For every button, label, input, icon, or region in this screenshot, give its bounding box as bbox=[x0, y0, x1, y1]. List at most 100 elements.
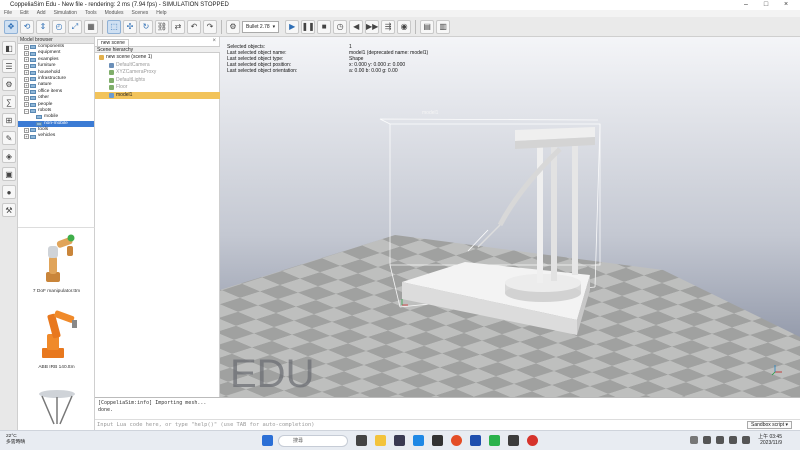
expand-icon[interactable]: + bbox=[24, 95, 29, 101]
folder-icon bbox=[30, 83, 36, 88]
coppeliasim-icon[interactable] bbox=[527, 435, 538, 446]
menu-item-tools[interactable]: Tools bbox=[85, 10, 97, 17]
layers-icon[interactable]: ▣ bbox=[2, 167, 16, 181]
info-label: Last selected object orientation: bbox=[227, 68, 298, 74]
user-settings-icon[interactable]: ⚒ bbox=[2, 203, 16, 217]
camera-shift-icon[interactable]: ⇕ bbox=[36, 19, 50, 34]
app-icon[interactable] bbox=[470, 435, 481, 446]
object-icon bbox=[109, 70, 114, 76]
menu-item-add[interactable]: Add bbox=[37, 10, 46, 17]
close-button[interactable]: × bbox=[776, 0, 796, 10]
assemble-icon[interactable]: ⛓ bbox=[155, 19, 169, 34]
menu-item-help[interactable]: Help bbox=[156, 10, 166, 17]
transfer-dna-icon[interactable]: ⇄ bbox=[171, 19, 185, 34]
scene-tab[interactable]: new scene bbox=[97, 39, 129, 46]
physics-engine-select[interactable]: Bullet 2.78 ▾ bbox=[242, 20, 280, 33]
calculation-modules-icon[interactable]: ∑ bbox=[2, 95, 16, 109]
weather-widget[interactable]: 22°C 多雲時晴 bbox=[6, 434, 25, 446]
app-icon[interactable] bbox=[432, 435, 443, 446]
scripts-icon[interactable]: ✎ bbox=[2, 131, 16, 145]
chrome-icon[interactable] bbox=[451, 435, 462, 446]
scene-object-item[interactable]: XYZCameraProxy bbox=[95, 69, 220, 76]
expand-icon[interactable]: + bbox=[24, 76, 29, 82]
start-simulation-icon[interactable]: ▶ bbox=[285, 19, 300, 34]
terminal-icon[interactable] bbox=[508, 435, 519, 446]
menu-item-simulation[interactable]: Simulation bbox=[54, 10, 77, 17]
model-thumb-7dof[interactable] bbox=[36, 234, 78, 284]
close-panel-icon[interactable]: × bbox=[212, 38, 216, 44]
scene-object-item[interactable]: model1 bbox=[95, 92, 220, 99]
app-icon[interactable] bbox=[394, 435, 405, 446]
menu-item-scenes[interactable]: Scenes bbox=[132, 10, 149, 17]
menu-item-modules[interactable]: Modules bbox=[105, 10, 124, 17]
system-clock[interactable]: 上午 03:45 2023/11/9 bbox=[758, 434, 782, 446]
chevron-up-icon[interactable] bbox=[690, 436, 698, 444]
scene-object-item[interactable]: DefaultLights bbox=[95, 77, 220, 84]
scene-hierarchy-toggle-icon[interactable]: ☰ bbox=[2, 59, 16, 73]
browser-icon[interactable] bbox=[413, 435, 424, 446]
redo-icon[interactable]: ↷ bbox=[203, 19, 217, 34]
pause-simulation-icon[interactable]: ❚❚ bbox=[301, 19, 316, 34]
menu-item-edit[interactable]: Edit bbox=[20, 10, 29, 17]
model-thumb-abb[interactable] bbox=[32, 308, 82, 360]
stop-simulation-icon[interactable]: ■ bbox=[317, 19, 332, 34]
expand-icon[interactable]: + bbox=[24, 44, 29, 50]
scene-object-item[interactable]: DefaultCamera bbox=[95, 62, 220, 69]
shapes-edit-icon[interactable]: ◈ bbox=[2, 149, 16, 163]
model-thumb-delta[interactable] bbox=[32, 388, 82, 430]
camera-angle-icon[interactable]: ◴ bbox=[52, 19, 66, 34]
expand-icon[interactable]: + bbox=[24, 63, 29, 69]
line-icon[interactable] bbox=[489, 435, 500, 446]
edu-watermark: EDU bbox=[230, 352, 314, 396]
page-selector-icon[interactable]: ▥ bbox=[436, 19, 451, 34]
expand-icon[interactable]: + bbox=[24, 57, 29, 63]
minimize-button[interactable]: – bbox=[736, 0, 756, 10]
scene-object-item[interactable]: new scene (scene 1) bbox=[95, 54, 220, 61]
model-folder-item[interactable]: + vehicles bbox=[18, 133, 94, 140]
real-time-icon[interactable]: ◷ bbox=[333, 19, 348, 34]
camera-pan-icon[interactable]: ✥ bbox=[4, 19, 18, 34]
expand-icon[interactable]: + bbox=[24, 83, 29, 89]
expand-icon[interactable]: + bbox=[24, 51, 29, 57]
script-selector[interactable]: Sandbox script ▾ bbox=[747, 421, 792, 429]
scene-object-item[interactable]: Floor bbox=[95, 84, 220, 91]
language-icon[interactable] bbox=[703, 436, 711, 444]
scene-viewport[interactable]: EDU model1 Selected objects: 1 Last select… bbox=[220, 37, 800, 397]
scene-hierarchy-panel: new scene × Scene hierarchy new scene (s… bbox=[95, 37, 220, 397]
start-menu-icon[interactable] bbox=[262, 435, 273, 446]
camera-rotate-icon[interactable]: ⟲ bbox=[20, 19, 34, 34]
thread-render-icon[interactable]: ⇶ bbox=[381, 19, 396, 34]
file-explorer-icon[interactable] bbox=[375, 435, 386, 446]
object-properties-icon[interactable]: ⚙ bbox=[2, 77, 16, 91]
expand-icon[interactable]: + bbox=[24, 89, 29, 95]
expand-icon[interactable]: − bbox=[24, 108, 29, 114]
menu-item-file[interactable]: File bbox=[4, 10, 12, 17]
expand-icon[interactable]: + bbox=[24, 134, 29, 140]
video-recorder-icon[interactable]: ● bbox=[2, 185, 16, 199]
taskbar-search-box[interactable]: 搜尋 bbox=[278, 435, 348, 447]
view-selector-icon[interactable]: ▦ bbox=[84, 19, 98, 34]
volume-icon[interactable] bbox=[729, 436, 737, 444]
expand-icon[interactable]: + bbox=[24, 127, 29, 133]
model-browser-toggle-icon[interactable]: ◧ bbox=[2, 41, 16, 55]
object-rotate-icon[interactable]: ↻ bbox=[139, 19, 153, 34]
undo-icon[interactable]: ↶ bbox=[187, 19, 201, 34]
scene-selector-icon[interactable]: ▤ bbox=[420, 19, 435, 34]
object-select-icon[interactable]: ⬚ bbox=[107, 19, 121, 34]
fit-to-view-icon[interactable]: ⤢ bbox=[68, 19, 82, 34]
task-view-icon[interactable] bbox=[356, 435, 367, 446]
speed-up-icon[interactable]: ▶▶ bbox=[365, 19, 380, 34]
folder-icon bbox=[30, 102, 36, 107]
object-shift-icon[interactable]: ✣ bbox=[123, 19, 137, 34]
lua-command-input[interactable]: Input Lua code here, or type "help()" (u… bbox=[95, 419, 800, 430]
battery-icon[interactable] bbox=[742, 436, 750, 444]
folder-icon bbox=[30, 96, 36, 101]
wifi-icon[interactable] bbox=[716, 436, 724, 444]
collections-icon[interactable]: ⊞ bbox=[2, 113, 16, 127]
maximize-button[interactable]: □ bbox=[756, 0, 776, 10]
expand-icon[interactable]: + bbox=[24, 70, 29, 76]
left-toolbar: ◧ ☰ ⚙ ∑ ⊞ ✎ ◈ ▣ ● ⚒ bbox=[0, 37, 18, 430]
slow-down-icon[interactable]: ◀ bbox=[349, 19, 364, 34]
expand-icon[interactable]: + bbox=[24, 102, 29, 108]
toggle-visualization-icon[interactable]: ◉ bbox=[397, 19, 412, 34]
